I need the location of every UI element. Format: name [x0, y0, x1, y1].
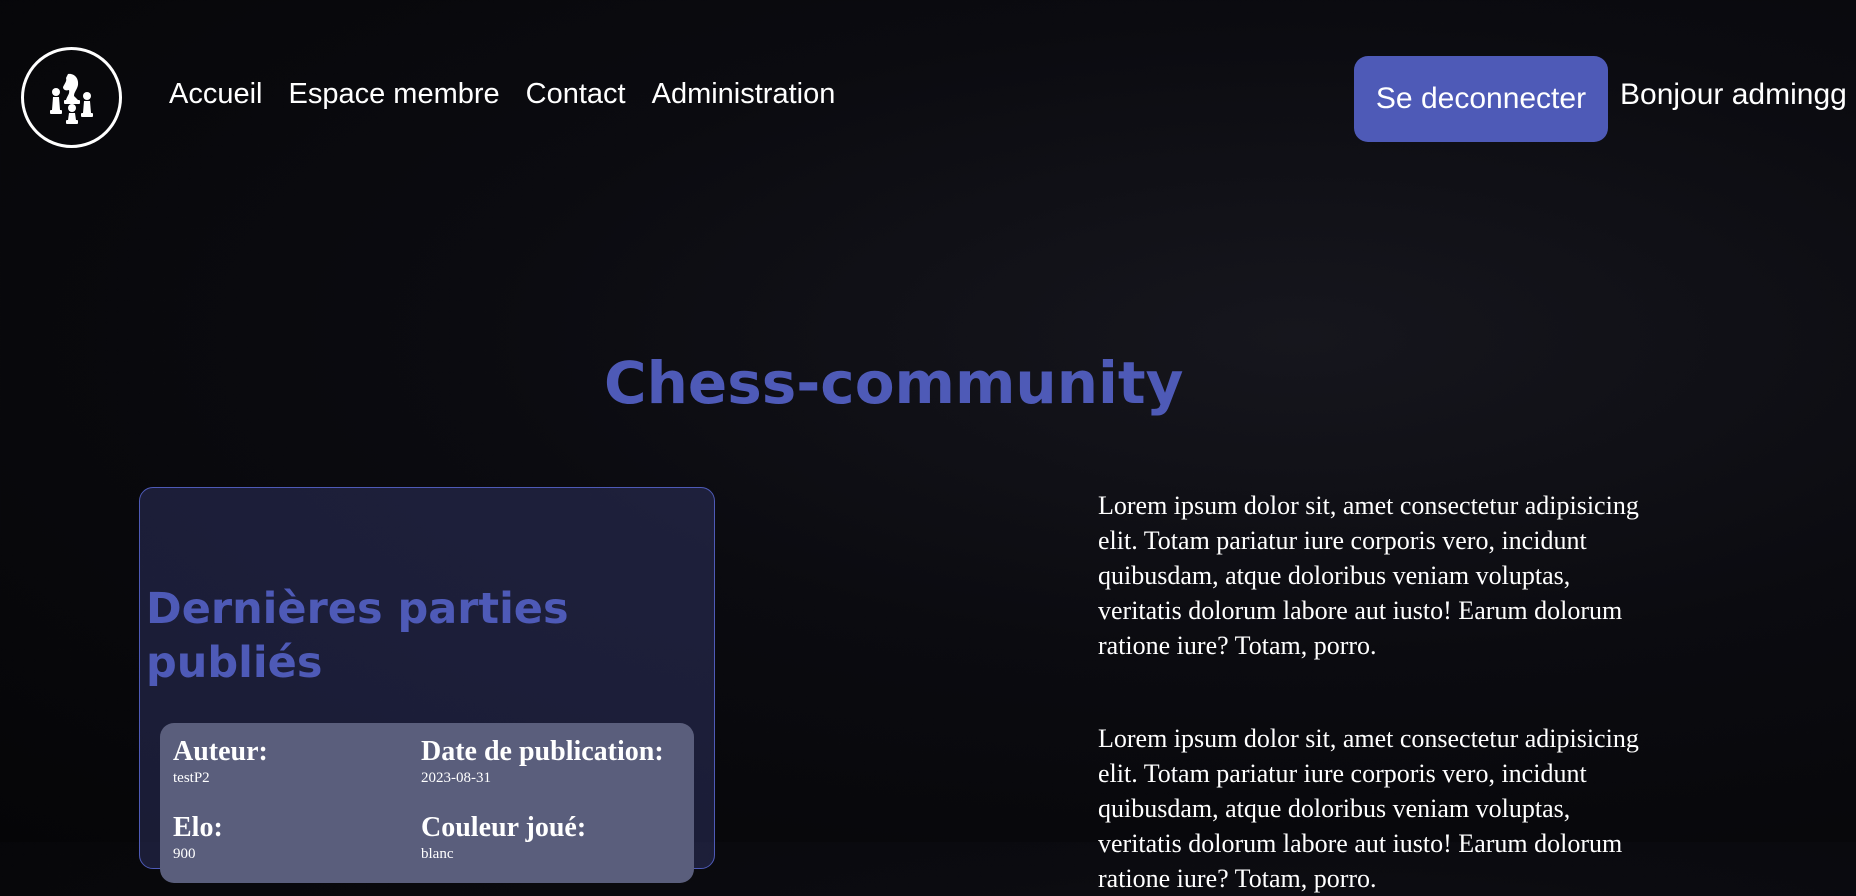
user-greeting: Bonjour admingg: [1620, 78, 1847, 111]
author-label: Auteur:: [173, 736, 268, 767]
nav-link-accueil[interactable]: Accueil: [169, 80, 263, 109]
publication-date-value: 2023-08-31: [421, 770, 491, 786]
intro-paragraph-2: Lorem ipsum dolor sit, amet consectetur …: [1098, 724, 1639, 893]
author-field: Auteur: testP2: [173, 738, 421, 808]
elo-field: Elo: 900: [173, 811, 421, 884]
played-color-field: Couleur joué: blanc: [421, 811, 682, 884]
intro-paragraph: Lorem ipsum dolor sit, amet consectetur …: [1098, 491, 1639, 660]
latest-games-heading: Dernières parties publiés: [146, 584, 569, 688]
nav-link-administration[interactable]: Administration: [652, 80, 836, 109]
page-title: Chess-community: [604, 349, 1184, 417]
nav-link-espace-membre[interactable]: Espace membre: [289, 80, 500, 109]
chess-pieces-icon: [49, 73, 93, 124]
game-card[interactable]: Auteur: testP2 Date de publication: 2023…: [160, 723, 694, 883]
nav-link-contact[interactable]: Contact: [526, 80, 626, 109]
elo-value: 900: [173, 845, 196, 862]
logout-button[interactable]: Se deconnecter: [1354, 56, 1608, 142]
main-nav: Accueil Espace membre Contact Administra…: [169, 80, 835, 109]
elo-label: Elo:: [173, 811, 223, 843]
played-color-label: Couleur joué:: [421, 811, 587, 843]
publication-date-field: Date de publication: 2023-08-31: [421, 738, 682, 808]
author-value: testP2: [173, 770, 210, 786]
played-color-value: blanc: [421, 845, 454, 862]
latest-games-panel: Dernières parties publiés Auteur: testP2…: [139, 487, 715, 883]
publication-date-label: Date de publication:: [421, 736, 664, 767]
site-logo[interactable]: [21, 47, 122, 148]
